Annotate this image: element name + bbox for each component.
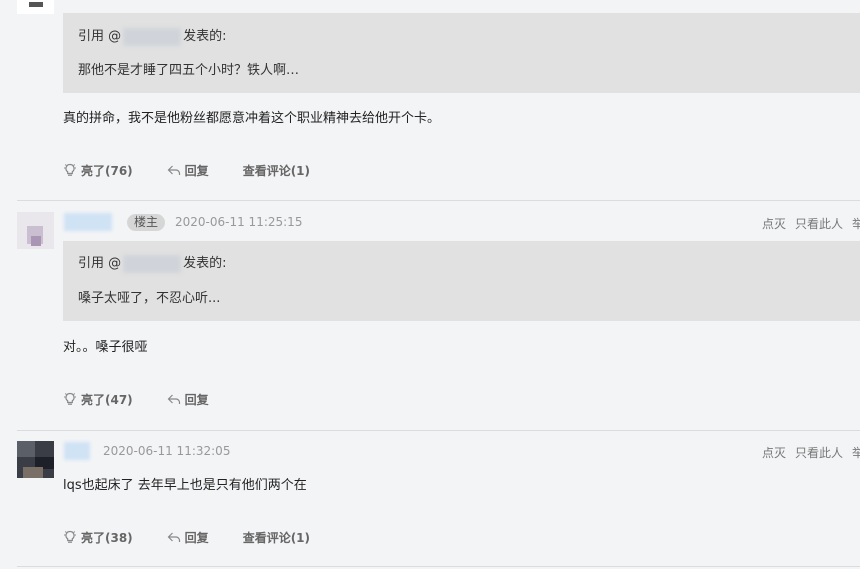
reply-arrow-icon xyxy=(167,532,180,542)
reply-text: 真的拼命，我不是他粉丝都愿意冲着这个职业精神去给他开个卡。 xyxy=(63,111,441,126)
lightbulb-icon xyxy=(64,163,76,176)
only-this-user-link[interactable]: 只看此人 xyxy=(795,446,843,460)
view-comments-label: 查看评论(1) xyxy=(242,163,311,178)
quote-block: 引用 @ 发表的: 嗓子太哑了，不忍心听... xyxy=(63,241,860,321)
like-button[interactable]: 亮了(38) xyxy=(63,529,133,546)
quote-header: 引用 @ 发表的: xyxy=(78,25,227,46)
like-label: 亮了(47) xyxy=(81,392,133,407)
reply-button[interactable]: 回复 xyxy=(167,391,209,408)
blurred-username xyxy=(123,27,182,46)
quote-text: 嗓子太哑了，不忍心听... xyxy=(78,291,221,306)
view-comments-label: 查看评论(1) xyxy=(242,530,311,545)
like-label: 亮了(38) xyxy=(81,530,133,545)
post-actions: 点灭 只看此人举 xyxy=(753,215,860,232)
quote-text: 那他不是才睡了四五个小时？铁人啊… xyxy=(78,63,300,78)
username[interactable] xyxy=(64,213,112,231)
reply-arrow-icon xyxy=(167,165,180,175)
action-bar: 亮了(38) 回复 查看评论(1) xyxy=(63,528,344,546)
like-label: 亮了(76) xyxy=(81,163,133,178)
avatar[interactable] xyxy=(17,0,54,14)
lightbulb-icon xyxy=(64,530,76,543)
quote-suffix: 发表的: xyxy=(183,256,227,271)
quote-prefix: 引用 @ xyxy=(78,29,122,44)
view-comments-link[interactable]: 查看评论(1) xyxy=(243,529,310,546)
blurred-username xyxy=(123,254,182,273)
view-comments-link[interactable]: 查看评论(1) xyxy=(243,162,310,179)
divider xyxy=(17,430,860,431)
action-bar: 亮了(76) 回复 查看评论(1) xyxy=(63,161,344,179)
reply-label: 回复 xyxy=(184,163,209,178)
report-link[interactable]: 举 xyxy=(852,217,860,231)
reply-label: 回复 xyxy=(184,530,209,545)
op-badge: 楼主 xyxy=(127,214,166,231)
username[interactable] xyxy=(64,442,90,460)
reply-button[interactable]: 回复 xyxy=(167,162,209,179)
timestamp: 2020-06-11 11:32:05 xyxy=(103,444,231,458)
divider xyxy=(17,200,860,201)
avatar[interactable] xyxy=(17,212,54,249)
dislike-link[interactable]: 点灭 xyxy=(762,217,786,231)
quote-block: 引用 @ 发表的: 那他不是才睡了四五个小时？铁人啊… xyxy=(63,13,860,93)
reply-button[interactable]: 回复 xyxy=(167,529,209,546)
reply-text: lqs也起床了 去年早上也是只有他们两个在 xyxy=(63,478,307,493)
quote-suffix: 发表的: xyxy=(183,29,227,44)
action-bar: 亮了(47) 回复 xyxy=(63,390,243,408)
lightbulb-icon xyxy=(64,392,76,405)
post-actions: 点灭 只看此人举 xyxy=(753,444,860,461)
divider xyxy=(17,566,860,567)
quote-prefix: 引用 @ xyxy=(78,256,122,271)
like-button[interactable]: 亮了(76) xyxy=(63,162,133,179)
reply-text: 对。。嗓子很哑 xyxy=(63,340,148,355)
reply-arrow-icon xyxy=(167,394,180,404)
only-this-user-link[interactable]: 只看此人 xyxy=(795,217,843,231)
avatar[interactable] xyxy=(17,441,54,478)
reply-label: 回复 xyxy=(184,392,209,407)
dislike-link[interactable]: 点灭 xyxy=(762,446,786,460)
quote-header: 引用 @ 发表的: xyxy=(78,252,227,273)
report-link[interactable]: 举 xyxy=(852,446,860,460)
like-button[interactable]: 亮了(47) xyxy=(63,391,133,408)
timestamp: 2020-06-11 11:25:15 xyxy=(175,215,303,229)
